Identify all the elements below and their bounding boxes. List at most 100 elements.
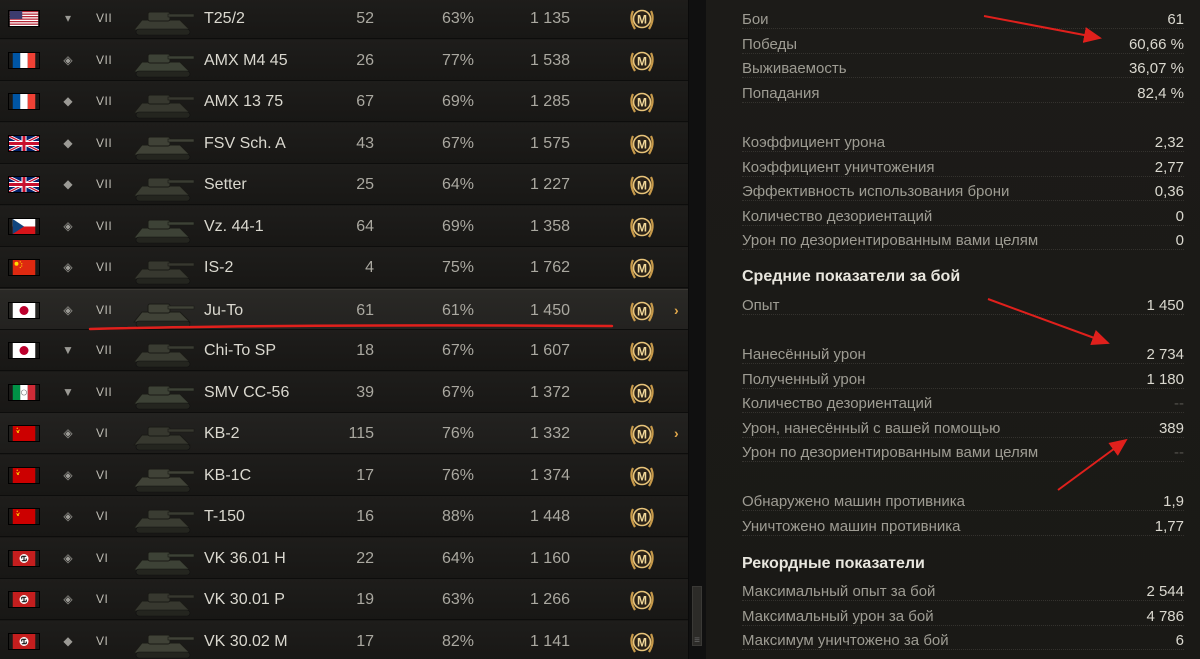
- mastery-badge-icon: M: [626, 3, 658, 35]
- mastery-badge-icon: M: [626, 86, 658, 118]
- svg-text:M: M: [637, 179, 647, 193]
- tier-label: VII: [96, 177, 113, 191]
- stat-label: Нанесённый урон: [742, 346, 866, 363]
- win-rate: 69%: [441, 93, 474, 110]
- heavy-tank-class-icon: ◈: [63, 550, 73, 565]
- mastery-badge-icon: M: [626, 543, 658, 575]
- tank-image: [128, 374, 198, 412]
- stat-label: Количество дезориентаций: [742, 395, 933, 412]
- stat-label: Максимальный урон за бой: [742, 607, 934, 625]
- average-section-title: Средние показатели за бой: [742, 268, 961, 285]
- stat-row-divider: [742, 600, 1184, 601]
- stat-row: Урон по дезориентированным вами целям 0: [742, 228, 1184, 252]
- tank-image: [128, 415, 198, 453]
- tier-label: VI: [96, 550, 109, 565]
- tank-image: [128, 623, 198, 659]
- stat-row-divider: [742, 77, 1184, 78]
- td-tank-class-icon: ▼: [62, 384, 74, 399]
- battles-count: 43: [356, 134, 374, 152]
- stat-row: Попадания 82,4 %: [742, 81, 1184, 105]
- vehicle-row[interactable]: ◈ VII AMX M4 45 26 77% 1 538 M: [0, 39, 688, 81]
- average-xp: 1 160: [529, 549, 570, 567]
- vehicle-row[interactable]: ◆ VII Setter 25 64% 1 227 M: [0, 164, 688, 205]
- average-xp: 1 762: [529, 259, 570, 276]
- stat-row-divider: [742, 534, 1184, 536]
- stat-row-divider: [742, 224, 1184, 226]
- vehicle-row[interactable]: ◈ VII Vz. 44-1 64 69% 1 358 M: [0, 205, 688, 247]
- vehicle-row[interactable]: ▼ VII SMV CC-56 39 67% 1 372 M: [0, 371, 688, 413]
- average-xp: 1 448: [529, 508, 570, 525]
- mastery-badge-icon: M: [626, 501, 658, 533]
- average-xp: 1 135: [529, 10, 570, 27]
- stat-label: Урон по дезориентированным вами целям: [742, 444, 1039, 461]
- stat-row: Эффективность использования брони 0,36: [742, 179, 1184, 203]
- stat-row: Максимальный урон за бой 4 786: [742, 604, 1184, 628]
- heavy-tank-class-icon: ◈: [63, 426, 73, 440]
- tank-image: [128, 166, 198, 204]
- vehicle-row[interactable]: ◈ VII IS-2 4 75% 1 762 M: [0, 247, 688, 288]
- stat-row: Уничтожено машин противника 1,77: [742, 514, 1184, 538]
- tank-name: VK 30.02 M: [204, 632, 288, 650]
- stat-row-divider: [742, 363, 1184, 364]
- tank-image: [128, 125, 198, 163]
- stat-value: 2,32: [1154, 134, 1184, 151]
- scrollbar-track[interactable]: [688, 0, 706, 659]
- battles-count: 67: [356, 93, 374, 110]
- vehicle-row[interactable]: ◈ VI KB-2 115 76% 1 332 M ›: [0, 413, 688, 454]
- stat-row: Нанесённый урон 2 734: [742, 342, 1184, 366]
- vehicle-row[interactable]: ◈ VI VK 30.01 P 19 63% 1 266 M: [0, 579, 688, 620]
- medium-tank-class-icon: ▾: [64, 11, 72, 25]
- win-rate: 67%: [441, 383, 474, 401]
- tank-name: Chi-To SP: [204, 342, 277, 359]
- tank-image: [128, 581, 198, 619]
- light-tank-class-icon: ◆: [63, 633, 73, 648]
- tank-name: IS-2: [204, 259, 234, 276]
- stat-row-divider: [742, 624, 1184, 626]
- stat-label: Бои: [742, 11, 769, 28]
- vehicle-row[interactable]: ◆ VII FSV Sch. A 43 67% 1 575 M: [0, 122, 688, 164]
- battles-count: 17: [356, 466, 374, 484]
- battles-count: 115: [348, 425, 374, 442]
- vehicle-row[interactable]: ◆ VII AMX 13 75 67 69% 1 285 M: [0, 81, 688, 122]
- stat-row-divider: [742, 510, 1184, 511]
- stat-row-divider: [742, 436, 1184, 438]
- tank-image: [128, 208, 198, 246]
- stat-row-divider: [742, 200, 1184, 201]
- vehicle-row[interactable]: ◈ VI KB-1C 17 76% 1 374 M: [0, 454, 688, 496]
- france-flag-icon: [8, 51, 40, 69]
- stat-value: 389: [1158, 419, 1184, 437]
- vehicle-row[interactable]: ◈ VI VK 36.01 H 22 64% 1 160 M: [0, 537, 688, 579]
- tier-label: VI: [96, 467, 109, 482]
- vehicle-row[interactable]: ▼ VII Chi-To SP 18 67% 1 607 M: [0, 330, 688, 371]
- stat-row-divider: [742, 249, 1184, 250]
- vehicle-stats-panel: Бои 61 Победы 60,66 % Выживаемость 36,07 % Поп…: [706, 0, 1200, 659]
- mastery-badge-icon: M: [626, 418, 658, 450]
- stat-row-divider: [742, 649, 1184, 650]
- tier-label: VI: [96, 426, 109, 440]
- stat-value: 60,66 %: [1128, 35, 1184, 53]
- vehicle-row[interactable]: ◆ VI VK 30.02 M 17 82% 1 141 M: [0, 620, 688, 659]
- stat-label: Максимальный опыт за бой: [742, 583, 936, 600]
- expand-arrow-icon[interactable]: ›: [674, 290, 679, 331]
- germany-flag-icon: [8, 549, 40, 567]
- expand-arrow-icon[interactable]: ›: [674, 413, 679, 454]
- vehicle-row[interactable]: ▾ VII T25/2 52 63% 1 135 M: [0, 0, 688, 39]
- svg-text:M: M: [637, 469, 647, 483]
- stat-row: Максимум уничтожено за бой 6: [742, 628, 1184, 652]
- france-flag-icon: [8, 93, 40, 110]
- tier-label: VII: [96, 11, 113, 25]
- germany-flag-icon: [8, 632, 40, 650]
- stat-value: 61: [1167, 11, 1184, 28]
- svg-text:M: M: [637, 552, 647, 566]
- td-tank-class-icon: ▼: [62, 343, 74, 357]
- svg-text:M: M: [637, 262, 647, 276]
- vehicle-row[interactable]: ◈ VI T-150 16 88% 1 448 M: [0, 496, 688, 537]
- tank-image: [128, 332, 198, 370]
- tank-image: [128, 42, 198, 80]
- battles-count: 22: [356, 549, 374, 567]
- svg-text:M: M: [637, 386, 647, 400]
- tank-image: [128, 83, 198, 121]
- mastery-badge-icon: M: [626, 335, 658, 367]
- stat-label: Полученный урон: [742, 370, 866, 388]
- light-tank-class-icon: ◆: [63, 177, 73, 191]
